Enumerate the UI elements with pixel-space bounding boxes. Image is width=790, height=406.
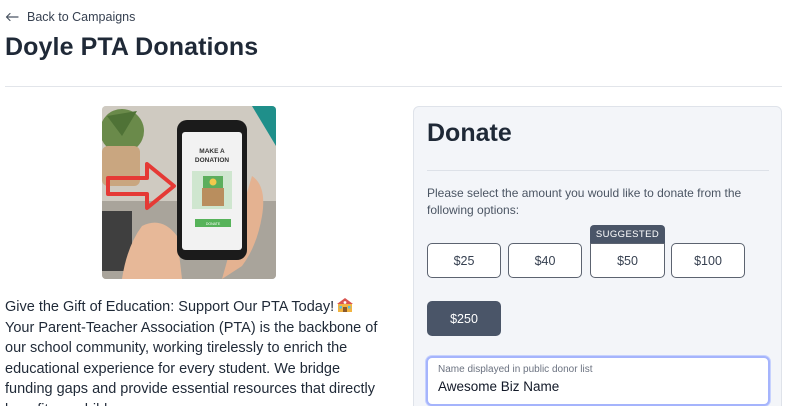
phone-donate-button-text: DONATE — [206, 222, 221, 226]
page-title: Doyle PTA Donations — [5, 33, 259, 61]
donor-name-label: Name displayed in public donor list — [438, 364, 593, 375]
description-body: Your Parent-Teacher Association (PTA) is… — [5, 319, 378, 406]
donate-instructions: Please select the amount you would like … — [427, 186, 742, 217]
description-headline: Give the Gift of Education: Support Our … — [5, 297, 385, 318]
amount-button-250[interactable]: $250 — [427, 301, 501, 336]
back-to-campaigns-link[interactable]: Back to Campaigns — [5, 10, 135, 24]
amount-button-40[interactable]: $40 — [508, 243, 582, 278]
amount-button-100[interactable]: $100 — [671, 243, 745, 278]
campaign-image: MAKE A DONATION DONATE — [102, 106, 276, 279]
campaign-description: Give the Gift of Education: Support Our … — [5, 297, 385, 406]
phone-screen-text-1: MAKE A — [199, 148, 225, 155]
suggested-badge: SUGGESTED — [590, 225, 665, 243]
header-divider — [5, 86, 782, 87]
amount-button-50[interactable]: $50 — [590, 243, 665, 278]
school-emoji-icon — [337, 298, 354, 312]
amount-button-25[interactable]: $25 — [427, 243, 501, 278]
back-link-label: Back to Campaigns — [27, 10, 136, 24]
donate-title: Donate — [427, 119, 512, 147]
phone-screen-text-2: DONATION — [195, 157, 229, 164]
donor-name-field[interactable]: Name displayed in public donor list — [426, 356, 770, 406]
donor-name-input[interactable] — [438, 379, 758, 394]
donate-divider — [427, 170, 769, 171]
arrow-left-icon — [5, 12, 19, 22]
donate-panel: Donate Please select the amount you woul… — [413, 106, 782, 406]
